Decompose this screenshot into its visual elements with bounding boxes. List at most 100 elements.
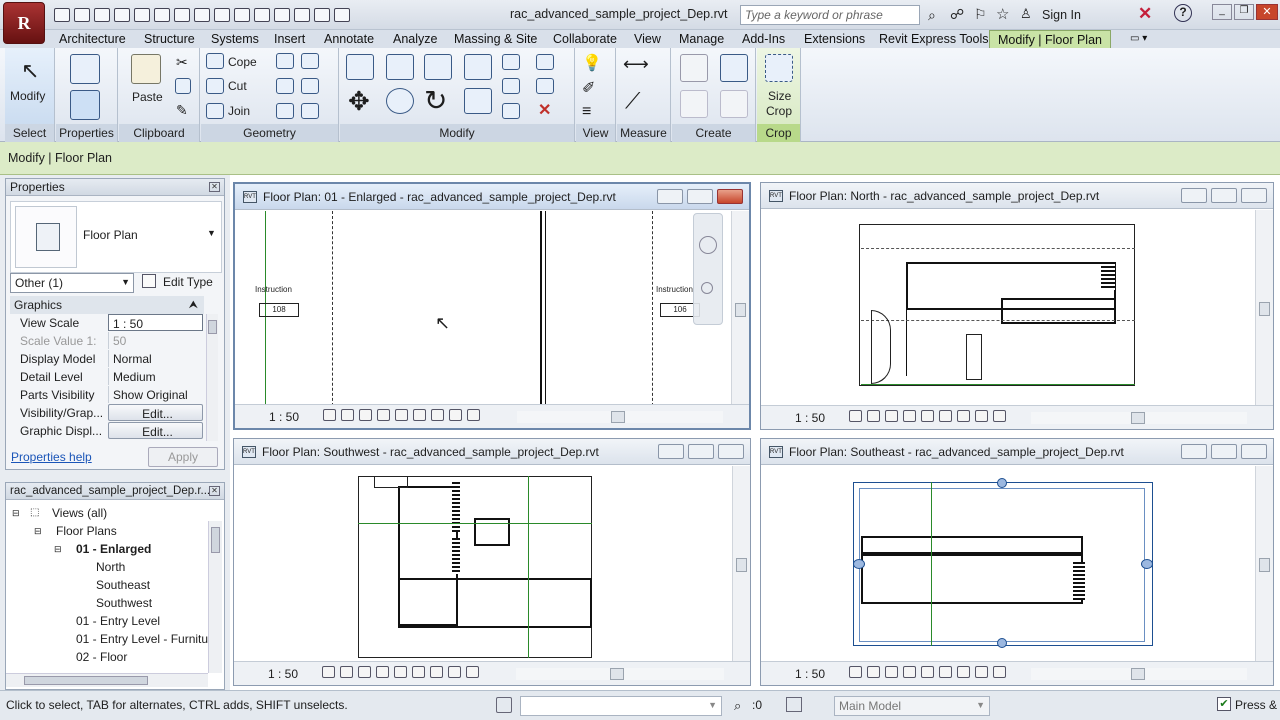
view-hscroll[interactable] (517, 411, 723, 423)
help-icon[interactable]: ? (1174, 4, 1192, 22)
drawing-canvas[interactable]: Instruction 108 Instruction 106 ↖ (235, 211, 749, 404)
wall-joins-icon[interactable] (301, 53, 319, 69)
copy-element-icon[interactable] (386, 88, 414, 114)
design-options-icon[interactable] (786, 697, 802, 712)
crop-grip[interactable] (997, 638, 1007, 648)
tab-extensions[interactable]: Extensions (804, 30, 865, 48)
temp-hide-icon[interactable] (431, 409, 444, 421)
sync-icon[interactable] (94, 8, 110, 22)
hammer-icon[interactable] (301, 103, 319, 119)
visual-style-icon[interactable] (341, 409, 354, 421)
select-panel-label[interactable]: Select (5, 124, 54, 142)
close-icon[interactable]: ✕ (209, 486, 220, 496)
properties-scrollbar[interactable] (206, 314, 218, 441)
reveal-hidden-icon[interactable] (975, 410, 988, 422)
type-properties-icon[interactable] (70, 90, 100, 120)
array-icon[interactable] (502, 78, 520, 94)
drawing-canvas[interactable] (761, 466, 1273, 661)
show-crop-icon[interactable] (412, 666, 425, 678)
collapse-icon[interactable]: ⊟ (34, 522, 42, 540)
create-assembly-icon[interactable] (680, 54, 708, 82)
view-scale[interactable]: 1 : 50 (268, 667, 298, 681)
tab-view[interactable]: View (634, 30, 661, 48)
tree-item[interactable]: 02 - Floor (76, 648, 127, 666)
cope-button[interactable]: Cope (228, 55, 257, 69)
shadows-icon[interactable] (903, 410, 916, 422)
detail-level-value[interactable]: Medium (108, 368, 203, 385)
room-label[interactable]: Instruction (656, 285, 693, 294)
linework-icon[interactable]: ≡ (582, 103, 591, 121)
detail-level-icon[interactable] (323, 409, 336, 421)
paste-icon[interactable] (131, 54, 161, 84)
collapse-icon[interactable]: ⊟ (54, 540, 62, 558)
close-icon[interactable] (718, 444, 744, 459)
crop-view-icon[interactable] (921, 410, 934, 422)
worksharing-icon[interactable] (496, 697, 512, 713)
visibility-edit-button[interactable]: Edit... (108, 404, 203, 421)
unpin-icon[interactable] (536, 78, 554, 94)
crop-view-icon[interactable] (395, 409, 408, 421)
view-scale[interactable]: 1 : 50 (269, 410, 299, 424)
sign-in-link[interactable]: Sign In (1042, 8, 1081, 22)
workset-select[interactable]: ▼ (520, 696, 722, 716)
pin-icon[interactable] (536, 54, 554, 70)
save-icon[interactable] (74, 8, 90, 22)
crop-grip[interactable] (997, 478, 1007, 488)
binoculars-icon[interactable]: ⌕ (928, 7, 936, 24)
edit-type-button[interactable]: Edit Type (163, 275, 213, 289)
view-hscroll[interactable] (1031, 412, 1247, 424)
tree-item[interactable]: 01 - Entry Level (76, 612, 160, 630)
tab-collaborate[interactable]: Collaborate (553, 30, 617, 48)
delete-icon[interactable]: ✕ (538, 100, 551, 120)
minimize-icon[interactable]: _ (1212, 4, 1232, 20)
redo-icon[interactable] (134, 8, 150, 22)
cope-icon[interactable] (206, 53, 224, 69)
create-parts-icon[interactable] (720, 54, 748, 82)
room-tag[interactable]: 108 (259, 303, 299, 317)
room-label[interactable]: Instruction (255, 285, 292, 294)
application-menu-button[interactable]: R (3, 2, 45, 44)
measure-between-icon[interactable]: ⟷ (623, 54, 649, 75)
tab-modify-floor-plan[interactable]: Modify | Floor Plan (989, 30, 1111, 48)
navigation-bar[interactable] (693, 213, 723, 325)
minimize-icon[interactable] (658, 444, 684, 459)
restore-icon[interactable]: ❐ (1234, 4, 1254, 20)
show-crop-icon[interactable] (413, 409, 426, 421)
drawing-canvas[interactable] (761, 210, 1273, 405)
crop-grip[interactable] (1141, 559, 1153, 569)
graphics-group-header[interactable]: Graphics ⮝ (10, 296, 204, 314)
detail-level-icon[interactable] (849, 410, 862, 422)
display-model-value[interactable]: Normal (108, 350, 203, 367)
view-title-bar[interactable]: RVT Floor Plan: Southwest - rac_advanced_… (234, 439, 750, 465)
maximize-icon[interactable] (687, 189, 713, 204)
visual-style-icon[interactable] (867, 410, 880, 422)
visual-style-icon[interactable] (867, 666, 880, 678)
type-selector[interactable]: Floor Plan ▼ (10, 201, 222, 273)
split-element-icon[interactable] (502, 54, 520, 70)
search-input[interactable]: Type a keyword or phrase (740, 5, 920, 25)
sun-path-icon[interactable] (359, 409, 372, 421)
view-vscroll[interactable] (1255, 466, 1273, 661)
exchange-apps-icon[interactable]: ✕ (1138, 4, 1152, 24)
remove-paint-icon[interactable] (276, 103, 294, 119)
trim-extend-icon[interactable] (464, 88, 492, 114)
tab-annotate[interactable]: Annotate (324, 30, 374, 48)
shadows-icon[interactable] (376, 666, 389, 678)
cut-icon[interactable]: ✂ (176, 54, 188, 71)
close-icon[interactable] (1241, 188, 1267, 203)
create-similar-icon[interactable] (720, 90, 748, 118)
sun-path-icon[interactable] (358, 666, 371, 678)
tab-analyze[interactable]: Analyze (393, 30, 437, 48)
parts-visibility-value[interactable]: Show Original (108, 386, 203, 403)
temp-hide-icon[interactable] (957, 666, 970, 678)
measure-icon[interactable] (174, 8, 190, 22)
crop-grip[interactable] (853, 559, 865, 569)
detail-level-icon[interactable] (322, 666, 335, 678)
offset-icon[interactable] (386, 54, 414, 80)
maximize-icon[interactable] (1211, 444, 1237, 459)
tab-add-ins[interactable]: Add-Ins (742, 30, 785, 48)
maximize-icon[interactable] (1211, 188, 1237, 203)
view-vscroll[interactable] (732, 466, 750, 661)
size-crop-button-line1[interactable]: Size (768, 89, 791, 103)
tree-item[interactable]: Southwest (96, 594, 152, 612)
